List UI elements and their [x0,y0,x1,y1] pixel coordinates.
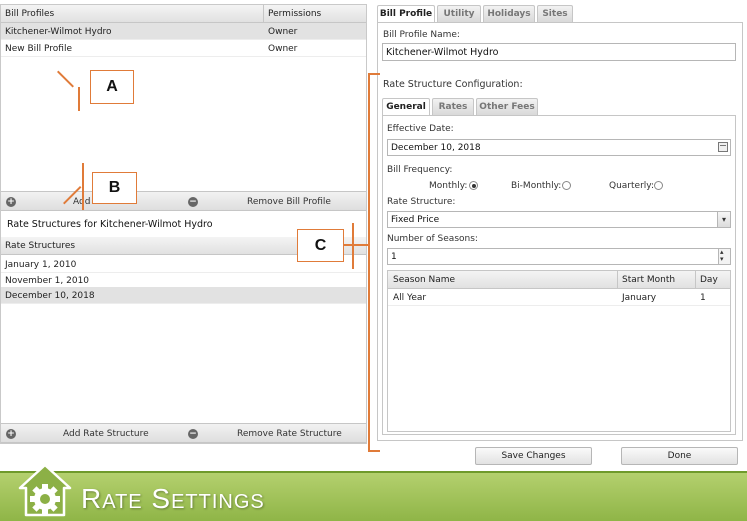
tab-general[interactable]: General [382,98,430,116]
rate-structure-date: November 1, 2010 [5,276,90,286]
done-button[interactable]: Done [621,447,738,465]
bill-profile-permission: Owner [268,27,298,37]
rate-structures-column[interactable]: Rate Structures [5,241,75,251]
permissions-column[interactable]: Permissions [268,9,321,19]
day-cell: 1 [700,293,706,303]
quarterly-label: Quarterly: [609,181,654,191]
number-of-seasons-label: Number of Seasons: [387,234,478,244]
add-bill-profile-button[interactable]: + [6,192,16,212]
day-column[interactable]: Day [700,275,718,285]
bi-monthly-radio[interactable] [562,181,571,190]
calendar-icon[interactable] [718,142,728,152]
add-rate-structure-button[interactable]: + [6,424,16,444]
rate-structure-date: January 1, 2010 [5,260,77,270]
callout-c-line [344,244,352,246]
add-rate-structure-label[interactable]: Add Rate Structure [63,429,149,439]
bill-profile-name-label: Bill Profile Name: [383,30,460,40]
remove-icon: − [188,429,198,439]
bill-profile-name: New Bill Profile [5,44,73,54]
remove-bill-profile-label[interactable]: Remove Bill Profile [247,197,331,207]
bill-profiles-header: Bill Profiles Permissions [1,5,366,23]
rate-structure-row[interactable]: December 10, 2018 [1,287,366,304]
chevron-down-icon[interactable]: ▾ [717,212,730,227]
add-icon: + [6,429,16,439]
start-month-column[interactable]: Start Month [622,275,675,285]
callout-a: A [90,70,134,104]
effective-date-input[interactable]: December 10, 2018 [387,139,731,156]
bill-profile-name: Kitchener-Wilmot Hydro [5,27,112,37]
stepper-icon[interactable]: ▴ ▾ [718,249,730,264]
callout-c: C [297,229,344,262]
quarterly-radio[interactable] [654,181,663,190]
callout-c-bracket [368,450,380,452]
rate-structures-title: Rate Structures for Kitchener-Wilmot Hyd… [7,219,213,230]
callout-a-line [78,87,80,111]
tab-utility[interactable]: Utility [437,5,481,22]
remove-rate-structure-label[interactable]: Remove Rate Structure [237,429,342,439]
bi-monthly-label: Bi-Monthly: [511,181,562,191]
rate-structure-date: December 10, 2018 [5,291,95,301]
bill-profile-row[interactable]: New Bill Profile Owner [1,40,366,57]
callout-c-bracket [368,73,370,452]
season-name-column[interactable]: Season Name [393,275,455,285]
bill-frequency-label: Bill Frequency: [387,165,453,175]
bill-profile-name-input[interactable]: Kitchener-Wilmot Hydro [382,43,736,61]
monthly-label: Monthly: [429,181,468,191]
season-table-header: Season Name Start Month Day [388,271,730,289]
gear-icon [18,463,72,517]
callout-b: B [92,172,137,204]
main-tabs: Bill Profile Utility Holidays Sites [377,5,743,23]
tab-other-fees[interactable]: Other Fees [476,98,538,115]
tab-sites[interactable]: Sites [537,5,573,22]
rate-structure-label: Rate Structure: [387,197,456,207]
rate-structure-toolbar: + Add Rate Structure − Remove Rate Struc… [1,423,366,443]
season-name-cell: All Year [393,293,427,303]
add-icon: + [6,197,16,207]
rate-config-title: Rate Structure Configuration: [383,79,523,90]
bill-profile-permission: Owner [268,44,298,54]
tab-bill-profile[interactable]: Bill Profile [377,5,435,23]
season-table: Season Name Start Month Day All Year Jan… [387,270,731,432]
callout-c-bracket [368,73,380,75]
effective-date-label: Effective Date: [387,124,454,134]
callout-c-line [352,223,354,269]
start-month-cell: January [622,293,657,303]
remove-bill-profile-button[interactable]: − [188,192,198,212]
tab-holidays[interactable]: Holidays [483,5,535,22]
chevron-down-icon[interactable]: ▾ [720,256,724,263]
page-title: Rate Settings [81,483,265,514]
rate-structure-select[interactable]: Fixed Price [387,211,731,228]
monthly-radio[interactable] [469,181,478,190]
remove-icon: − [188,197,198,207]
season-row[interactable]: All Year January 1 [388,289,730,306]
tab-rates[interactable]: Rates [432,98,474,115]
bill-profile-row[interactable]: Kitchener-Wilmot Hydro Owner [1,23,366,40]
rate-config-tabs: General Rates Other Fees [382,98,736,116]
rate-settings-banner: Rate Settings [0,463,747,521]
callout-c-line [354,244,368,246]
left-panel: Bill Profiles Permissions Kitchener-Wilm… [0,4,367,444]
number-of-seasons-input[interactable]: 1 [387,248,731,265]
bill-profile-toolbar: + Add B − Remove Bill Profile [1,191,366,211]
save-changes-button[interactable]: Save Changes [475,447,592,465]
callout-b-line [82,163,84,210]
bill-profiles-column[interactable]: Bill Profiles [5,9,54,19]
remove-rate-structure-button[interactable]: − [188,424,198,444]
